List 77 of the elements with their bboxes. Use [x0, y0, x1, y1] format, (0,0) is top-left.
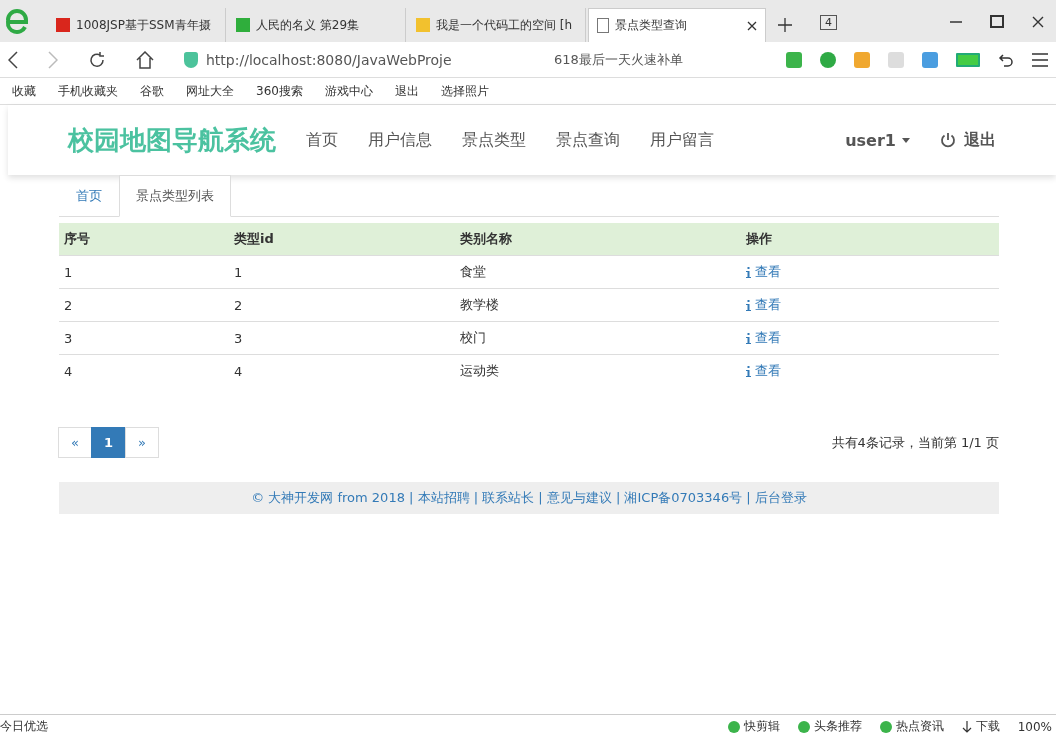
table-cell: 4	[229, 354, 455, 387]
nav-link[interactable]: 用户留言	[650, 129, 714, 151]
bookmark-item[interactable]: 360搜索	[256, 82, 303, 100]
info-icon	[746, 332, 751, 344]
page-tab[interactable]: 景点类型列表	[119, 175, 231, 217]
browser-tab[interactable]: 1008JSP基于SSM青年摄	[48, 8, 226, 42]
view-link[interactable]: 查看	[746, 263, 781, 281]
close-icon[interactable]	[1032, 15, 1044, 28]
status-item[interactable]: 快剪辑	[727, 718, 780, 735]
table-cell: 教学楼	[455, 288, 741, 322]
table-cell: 运动类	[455, 354, 741, 387]
maximize-icon[interactable]	[990, 15, 1004, 28]
page-button[interactable]: 1	[90, 427, 126, 458]
minimize-icon[interactable]	[950, 20, 962, 23]
battery-icon[interactable]	[956, 52, 980, 67]
search-field[interactable]: 618最后一天火速补单	[554, 50, 724, 69]
view-link[interactable]: 查看	[746, 296, 781, 314]
user-menu[interactable]: user1	[845, 130, 910, 150]
next-page-button[interactable]: »	[125, 427, 159, 458]
table-cell: 1	[59, 255, 229, 289]
address-field[interactable]: http://localhost:8080/JavaWebProje	[184, 51, 484, 68]
back-icon[interactable]	[8, 50, 18, 69]
browser-tab[interactable]: 人民的名义 第29集	[228, 8, 406, 42]
bookmark-item[interactable]: 退出	[394, 82, 419, 100]
table-cell: 校门	[455, 321, 741, 355]
table-cell: 4	[59, 354, 229, 387]
table-cell: 2	[229, 288, 455, 322]
status-item[interactable]: 头条推荐	[797, 718, 862, 735]
nav-link[interactable]: 景点查询	[556, 129, 620, 151]
column-header: 序号	[59, 223, 229, 256]
table-cell: 3	[229, 321, 455, 355]
info-icon	[746, 299, 751, 311]
power-icon	[940, 132, 956, 148]
bookmark-item[interactable]: 手机收藏夹	[58, 82, 118, 100]
logout-link[interactable]: 退出	[964, 129, 996, 151]
download-icon	[961, 720, 972, 733]
column-header: 操作	[741, 223, 999, 256]
page-icon	[597, 18, 609, 33]
tab-count[interactable]: 4	[820, 15, 837, 30]
home-icon[interactable]	[136, 50, 154, 69]
info-icon	[746, 365, 751, 377]
download-button[interactable]: 下载	[961, 718, 1000, 735]
column-header: 类型id	[229, 223, 455, 256]
table-cell: 食堂	[455, 255, 741, 289]
table-cell: 2	[59, 288, 229, 322]
bookmark-item[interactable]: 网址大全	[186, 82, 234, 100]
bookmark-item[interactable]: 谷歌	[140, 82, 164, 100]
favicon-icon	[236, 18, 250, 32]
bookmark-item[interactable]: 选择照片	[440, 82, 489, 100]
record-summary: 共有4条记录，当前第 1/1 页	[831, 433, 999, 452]
table-cell: 3	[59, 321, 229, 355]
column-header: 类别名称	[455, 223, 741, 256]
status-text: 今日优选	[0, 718, 48, 735]
favicon-icon	[416, 18, 430, 32]
info-icon	[746, 266, 751, 278]
caret-icon	[902, 137, 910, 143]
browser-tab[interactable]: 我是一个代码工的空间 [h	[408, 8, 586, 42]
new-tab-icon[interactable]	[778, 18, 792, 32]
bookmark-item[interactable]: 收藏	[12, 82, 36, 100]
undo-icon[interactable]	[998, 51, 1014, 68]
view-link[interactable]: 查看	[746, 362, 781, 380]
status-item[interactable]: 热点资讯	[879, 718, 944, 735]
reload-icon[interactable]	[88, 50, 106, 69]
nav-link[interactable]: 用户信息	[368, 129, 432, 151]
zoom-level[interactable]: 100%	[1017, 719, 1052, 734]
site-title: 校园地图导航系统	[68, 123, 276, 157]
favicon-icon	[56, 18, 70, 32]
page-tab[interactable]: 首页	[59, 175, 119, 217]
nav-link[interactable]: 景点类型	[462, 129, 526, 151]
table-cell: 1	[229, 255, 455, 289]
menu-icon[interactable]	[1032, 52, 1048, 67]
view-link[interactable]: 查看	[746, 329, 781, 347]
footer-text: © 大神开发网 from 2018 | 本站招聘 | 联系站长 | 意见与建议 | 湘ICP备0703346号 | 后台登录	[251, 490, 807, 505]
nav-link[interactable]: 首页	[306, 129, 338, 151]
bookmark-item[interactable]: 游戏中心	[324, 82, 373, 100]
close-icon[interactable]	[747, 20, 757, 31]
browser-tab[interactable]: 景点类型查询	[588, 8, 766, 42]
